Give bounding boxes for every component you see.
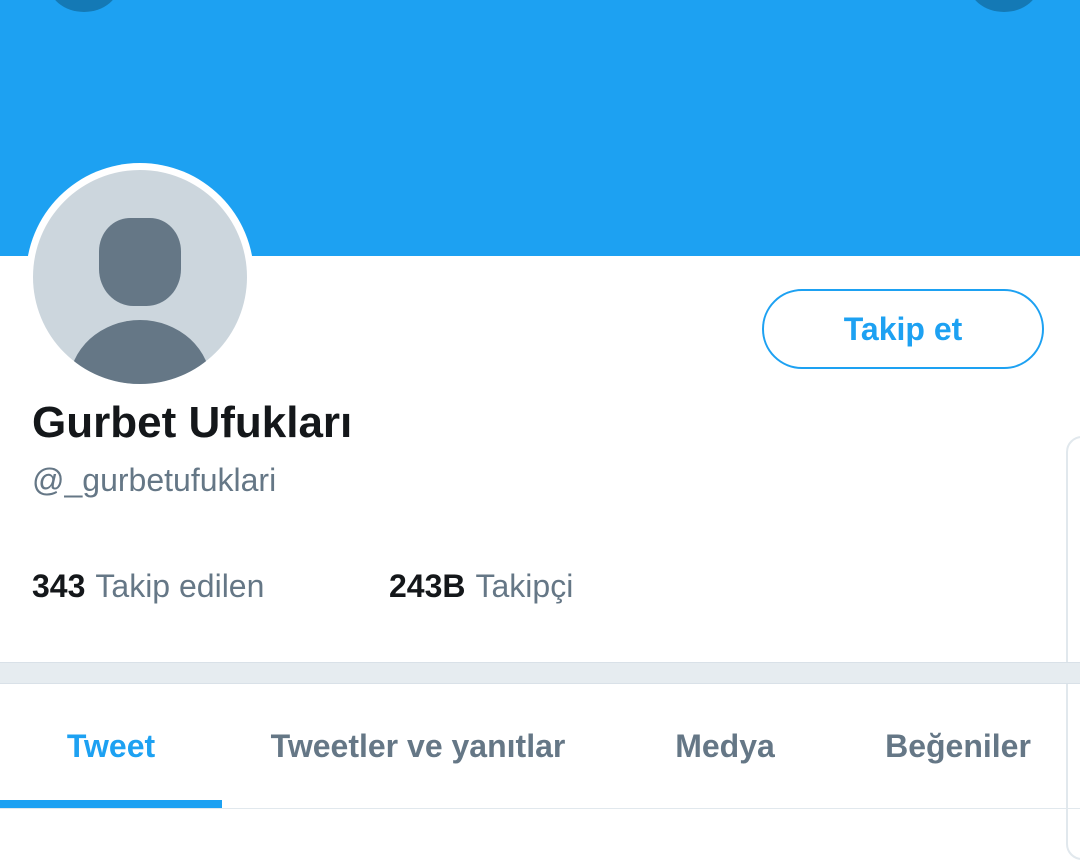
tab-media[interactable]: Medya (614, 684, 836, 808)
following-count: 343 (32, 568, 86, 604)
avatar[interactable] (26, 163, 254, 391)
profile-tabs: Tweet Tweetler ve yanıtlar Medya Beğenil… (0, 684, 1080, 808)
avatar-head-shape (99, 218, 181, 306)
following-label: Takip edilen (95, 568, 265, 604)
followers-label: Takipçi (475, 568, 574, 604)
default-avatar-icon (33, 170, 247, 384)
more-options-button[interactable] (968, 0, 1040, 12)
display-name: Gurbet Ufukları (32, 398, 353, 447)
section-divider (0, 662, 1080, 684)
back-button[interactable] (48, 0, 120, 12)
user-handle: @_gurbetufuklari (32, 462, 277, 498)
following-stat[interactable]: 343 Takip edilen (32, 568, 264, 605)
tabs-bottom-border (0, 808, 1080, 809)
follow-button[interactable]: Takip et (762, 289, 1044, 369)
followers-stat[interactable]: 243B Takipçi (389, 568, 573, 605)
tab-tweets-and-replies[interactable]: Tweetler ve yanıtlar (222, 684, 614, 808)
tab-likes[interactable]: Beğeniler (836, 684, 1080, 808)
avatar-body-shape (69, 320, 211, 384)
followers-count: 243B (389, 568, 466, 604)
active-tab-indicator (0, 800, 222, 808)
tab-tweet[interactable]: Tweet (0, 684, 222, 808)
